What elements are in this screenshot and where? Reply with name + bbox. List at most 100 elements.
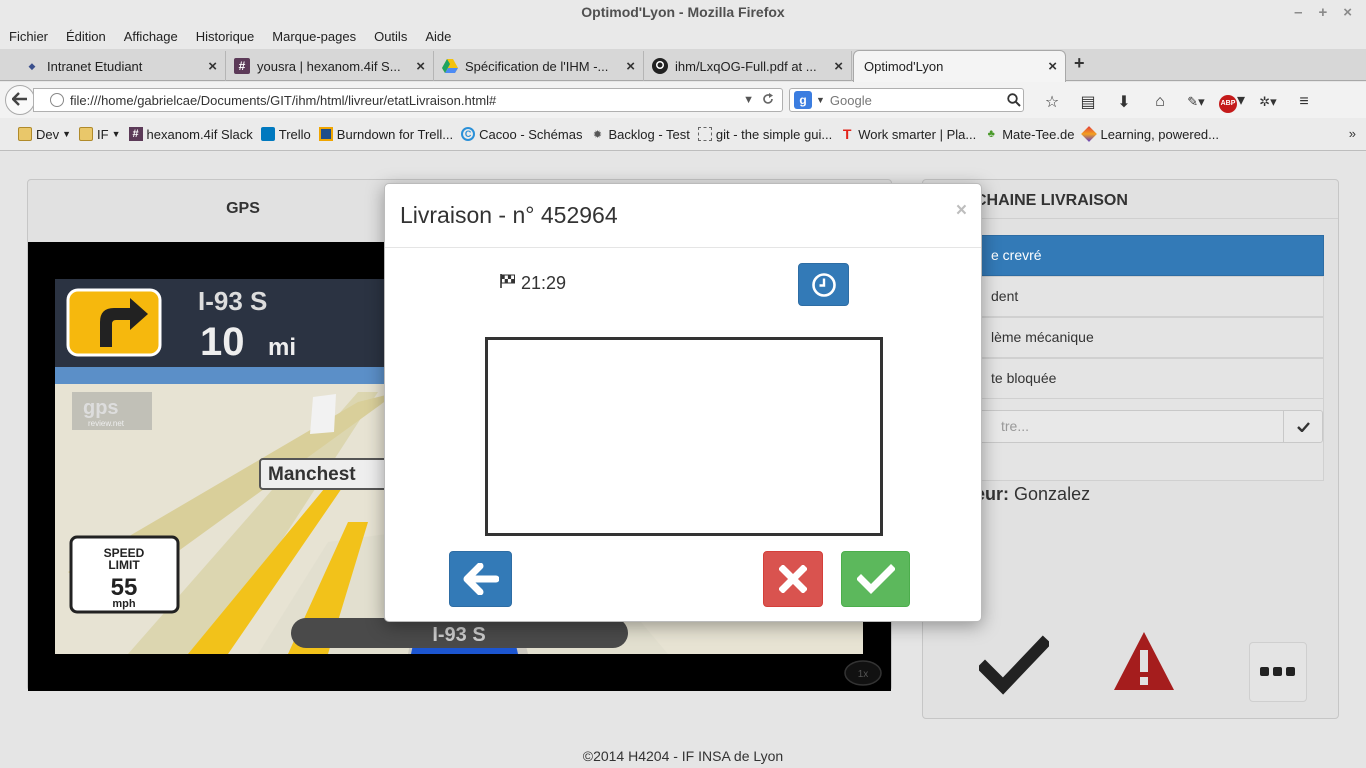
arrow-left-icon xyxy=(463,563,499,595)
reload-icon[interactable] xyxy=(762,92,774,108)
menu-item-edition[interactable]: Édition xyxy=(66,25,106,49)
confirm-button[interactable] xyxy=(841,551,910,607)
footer: ©2014 H4204 - IF INSA de Lyon xyxy=(582,748,784,764)
toolbar-icons: ☆ ▤ ⬇ ⌂ ✎▾ ABP ▾ ✲▾ ≡ xyxy=(1034,90,1322,113)
bookmark-star-icon[interactable]: ☆ xyxy=(1034,92,1070,112)
window-title-bar: Optimod'Lyon - Mozilla Firefox – + × xyxy=(0,0,1366,25)
bookmark-learning[interactable]: Learning, powered... xyxy=(1081,126,1219,142)
delivery-panel: CHAINE LIVRAISON e crevré dent lème méca… xyxy=(922,179,1339,719)
tab-label: Optimod'Lyon xyxy=(864,59,944,74)
chevron-down-icon: ▼ xyxy=(111,129,121,139)
bookmark-work-smarter[interactable]: T Work smarter | Pla... xyxy=(840,126,976,142)
speed-limit-line2: LIMIT xyxy=(108,558,140,572)
address-bar[interactable]: file:///home/gabrielcae/Documents/GIT/ih… xyxy=(33,88,783,112)
search-icon[interactable] xyxy=(1005,93,1023,107)
incident-road-blocked[interactable]: te bloquée xyxy=(937,358,1324,399)
download-icon[interactable]: ⬇ xyxy=(1106,92,1142,112)
bookmark-if[interactable]: IF ▼ xyxy=(79,127,121,142)
url-dropdown-icon[interactable]: ▼ xyxy=(743,94,754,106)
search-engine-icon[interactable]: g xyxy=(794,91,812,109)
window-controls: – + × xyxy=(1294,0,1352,25)
reading-list-icon[interactable]: ▤ xyxy=(1070,92,1106,112)
gps-distance-unit: mi xyxy=(268,334,296,361)
search-input[interactable]: Google xyxy=(830,93,1005,108)
hamburger-menu-icon[interactable]: ≡ xyxy=(1286,93,1322,111)
modal-title: Livraison - n° 452964 xyxy=(400,202,618,228)
close-tab-icon[interactable]: × xyxy=(416,58,425,75)
slack-icon: # xyxy=(234,58,250,74)
close-tab-icon[interactable]: × xyxy=(1048,58,1057,75)
incident-mechanical-problem[interactable]: lème mécanique xyxy=(937,317,1324,358)
incident-accident[interactable]: dent xyxy=(937,276,1324,317)
slack-icon: # xyxy=(128,127,143,141)
bookmark-slack[interactable]: # hexanom.4if Slack xyxy=(128,127,253,142)
incident-flat-tire[interactable]: e crevré xyxy=(937,235,1324,276)
other-incident-input[interactable]: tre... xyxy=(948,410,1284,443)
menu-item-aide[interactable]: Aide xyxy=(425,25,451,49)
menu-item-historique[interactable]: Historique xyxy=(196,25,255,49)
maximize-button[interactable]: + xyxy=(1318,0,1327,25)
gps-current-road: I-93 S xyxy=(432,624,485,646)
tab-optimod-lyon[interactable]: Optimod'Lyon × xyxy=(853,50,1066,82)
bookmark-label: Mate-Tee.de xyxy=(1002,126,1075,142)
menu-item-marque-pages[interactable]: Marque-pages xyxy=(272,25,356,49)
tab-label: Spécification de l'IHM -... xyxy=(465,58,609,74)
search-engine-dropdown-icon[interactable]: ▼ xyxy=(816,95,825,105)
bookmark-mate-tee[interactable]: ♣ Mate-Tee.de xyxy=(984,126,1075,142)
bookmarks-overflow-button[interactable]: » xyxy=(1349,126,1356,141)
menu-item-fichier[interactable]: Fichier xyxy=(9,25,48,49)
tab-label: ihm/LxqOG-Full.pdf at ... xyxy=(675,58,817,74)
close-window-button[interactable]: × xyxy=(1343,0,1352,25)
cancel-button[interactable] xyxy=(763,551,823,607)
eyedropper-icon[interactable]: ✎▾ xyxy=(1178,94,1214,110)
clock-icon xyxy=(811,272,836,297)
close-tab-icon[interactable]: × xyxy=(834,58,843,75)
ellipsis-icon xyxy=(1260,667,1295,676)
report-incident-button[interactable] xyxy=(1111,630,1177,696)
tab-label: yousra | hexanom.4if S... xyxy=(257,58,401,74)
speed-limit-unit: mph xyxy=(112,598,136,610)
arrow-left-icon xyxy=(11,90,28,111)
tab-slack[interactable]: # yousra | hexanom.4if S... × xyxy=(226,51,434,81)
modal-close-button[interactable]: × xyxy=(956,200,967,222)
close-tab-icon[interactable]: × xyxy=(626,58,635,75)
speed-limit-value: 55 xyxy=(111,574,138,601)
bookmark-cacoo[interactable]: C Cacoo - Schémas xyxy=(461,127,582,142)
tomato-icon: T xyxy=(842,126,852,142)
gps-city-label: Manchest xyxy=(268,464,356,485)
signature-pad[interactable] xyxy=(485,337,883,536)
bookmark-backlog[interactable]: ✹ Backlog - Test xyxy=(590,127,690,142)
delivery-ok-button[interactable] xyxy=(976,630,1052,700)
insa-icon: ◆ xyxy=(28,60,36,71)
menu-item-outils[interactable]: Outils xyxy=(374,25,407,49)
search-bar[interactable]: g ▼ Google xyxy=(789,88,1024,112)
tab-intranet-etudiant[interactable]: ◆ Intranet Etudiant × xyxy=(16,51,226,81)
bookmark-git[interactable]: git - the simple gui... xyxy=(697,127,832,142)
delivery-modal: Livraison - n° 452964 × 21:29 xyxy=(384,183,982,622)
tab-specification[interactable]: Spécification de l'IHM -... × xyxy=(434,51,644,81)
extension-icon[interactable]: ✲▾ xyxy=(1250,94,1286,110)
bookmark-dev[interactable]: Dev ▼ xyxy=(18,127,71,142)
driver-name: Gonzalez xyxy=(1014,484,1091,504)
more-options-button[interactable] xyxy=(1249,642,1307,702)
trello-icon xyxy=(260,127,275,141)
bookmark-label: Burndown for Trell... xyxy=(336,126,454,142)
other-incident-submit-button[interactable] xyxy=(1283,410,1323,443)
chevron-down-icon: ▼ xyxy=(62,129,72,139)
bookmark-trello[interactable]: Trello xyxy=(260,127,311,142)
bookmark-burndown[interactable]: Burndown for Trell... xyxy=(318,126,454,142)
close-tab-icon[interactable]: × xyxy=(208,58,217,75)
home-icon[interactable]: ⌂ xyxy=(1142,93,1178,111)
adblock-icon[interactable]: ABP ▾ xyxy=(1214,90,1250,113)
navigation-toolbar: file:///home/gabrielcae/Documents/GIT/ih… xyxy=(0,82,1366,118)
minimize-button[interactable]: – xyxy=(1294,0,1302,25)
change-time-button[interactable] xyxy=(798,263,849,306)
new-tab-button[interactable]: + xyxy=(1074,53,1085,74)
back-button[interactable] xyxy=(449,551,512,607)
browser-back-button[interactable] xyxy=(5,85,35,115)
tab-github[interactable]: ihm/LxqOG-Full.pdf at ... × xyxy=(644,51,852,81)
dotted-page-icon xyxy=(697,127,712,141)
burndown-icon xyxy=(318,127,333,141)
checkered-flag-icon xyxy=(499,273,517,294)
menu-item-affichage[interactable]: Affichage xyxy=(124,25,178,49)
